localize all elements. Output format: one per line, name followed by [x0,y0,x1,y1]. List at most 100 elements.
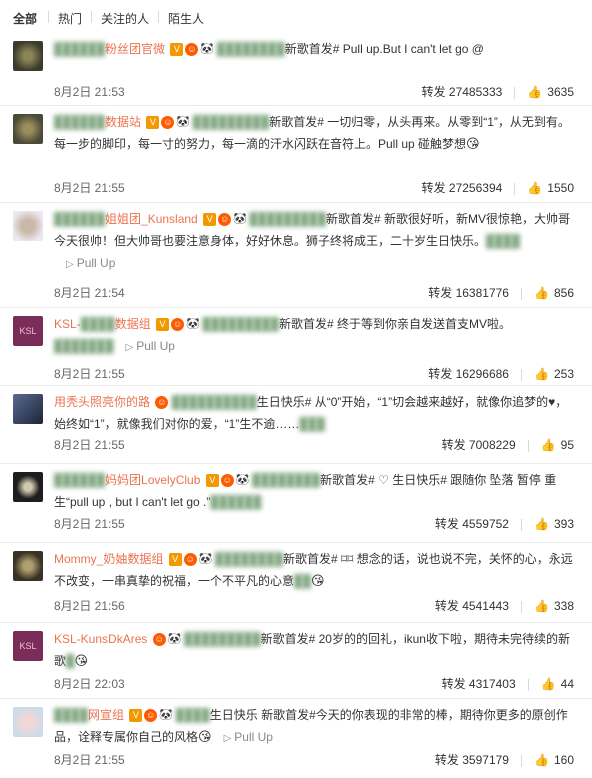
pull-up-link[interactable]: ▷ Pull Up [126,339,175,353]
comment-username-suffix[interactable]: 数据组 [115,317,151,331]
comment-username[interactable]: KSL-KunsDkAres [54,632,147,646]
emoji-icon: 😘 [74,653,89,668]
avatar[interactable] [13,472,43,502]
stats-divider [527,439,529,452]
repost-count: 16296686 [455,367,509,381]
avatar[interactable] [13,551,43,581]
comment-time: 8月2日 21:56 [54,599,125,613]
repost-button[interactable]: 转发 4559752 [435,517,509,531]
avatar[interactable] [13,114,43,144]
filter-divider [91,11,92,23]
panda-emoji-icon: 🐼 [200,43,215,57]
comment-item: KSL KSL-KunsDkAres ☺ 🐼 █████████新歌首发# 20岁… [0,623,592,699]
panda-emoji-icon: 🐼 [186,318,200,332]
filter-tab-strangers[interactable]: 陌生人 [168,10,204,27]
play-icon: ▷ [125,342,134,353]
repost-button[interactable]: 转发 16381776 [428,286,509,300]
vip-badge-icon: ☺ [152,633,166,647]
comment-item: Mommy_奶妯数据组 V ☺ 🐼 ████████新歌首发# ⌑⌑ 想念的话，说也… [0,543,592,623]
avatar[interactable]: KSL [13,631,43,661]
repost-button[interactable]: 转发 4317403 [442,677,516,691]
repost-button[interactable]: 转发 27256394 [422,181,503,195]
verified-badge-icon: V [156,318,170,332]
like-button[interactable]: 👍 3635 [527,85,574,99]
like-count: 3635 [547,85,574,99]
comment-time: 8月2日 21:55 [54,181,125,195]
repost-button[interactable]: 转发 4541443 [435,599,509,613]
verified-badge-icon: V [170,43,184,57]
comment-stats: 转发 4559752 👍 393 [435,515,574,532]
panda-emoji-icon: 🐼 [176,116,191,130]
like-count: 44 [560,677,574,691]
comment-text: ██████妈妈团LovelyClub V ☺ 🐼 ████████新歌首发# ♡ … [54,473,557,509]
comment-username[interactable]: 粉丝团官微 [105,42,165,56]
stats-divider [520,368,522,381]
repost-button[interactable]: 转发 16296686 [428,367,509,381]
filter-tab-following[interactable]: 关注的人 [101,10,149,27]
like-button[interactable]: 👍 856 [534,286,574,300]
comment-item: 用秃头照亮你的路 ☺ ██████████生日快乐# 从“0”开始，“1”切会越… [0,386,592,464]
comment-item: ██████妈妈团LovelyClub V ☺ 🐼 ████████新歌首发# ♡ … [0,464,592,543]
comment-item: ██████姐姐团_Kunsland V ☺ 🐼 █████████新歌首发# 新歌… [0,203,592,308]
repost-button[interactable]: 转发 7008229 [442,438,516,452]
comment-username[interactable]: 用秃头照亮你的路 [54,395,150,409]
comment-username[interactable]: KSL- [54,317,81,331]
avatar[interactable] [13,211,43,241]
like-button[interactable]: 👍 1550 [527,181,574,195]
repost-button[interactable]: 转发 3597179 [435,753,509,767]
comment-username[interactable]: 妈妈团LovelyClub [105,473,200,487]
repost-count: 4559752 [462,517,509,531]
comment-username[interactable]: Mommy_奶妯数据组 [54,552,163,566]
panda-emoji-icon: 🐼 [235,474,250,488]
filter-tab-hot[interactable]: 热门 [58,10,82,27]
like-button[interactable]: 👍 393 [534,517,574,531]
like-button[interactable]: 👍 95 [541,438,574,452]
comment-list: ██████粉丝团官微 V ☺ 🐼 ████████新歌首发# Pull up.Bu… [0,33,592,778]
like-count: 338 [553,599,574,613]
vip-badge-icon: ☺ [155,396,169,410]
like-button[interactable]: 👍 338 [534,599,574,613]
repost-count: 27256394 [448,181,503,195]
avatar-image [13,114,43,144]
comment-stats: 转发 4541443 👍 338 [435,597,574,614]
comment-time: 8月2日 21:55 [54,753,125,767]
repost-button[interactable]: 转发 27485333 [422,85,503,99]
emoji-icon: 😘 [311,573,325,588]
thumbs-up-icon: 👍 [533,753,549,767]
verified-badge-icon: V [129,709,143,723]
vip-badge-icon: ☺ [218,213,232,227]
stats-divider [527,678,529,691]
pull-up-link[interactable]: ▷ Pull Up [66,256,115,270]
thumbs-up-icon: 👍 [533,286,549,300]
avatar[interactable] [13,41,43,71]
comment-username[interactable]: 网宣组 [88,708,124,722]
comment-item: ████网宣组 V ☺ 🐼 ████生日快乐 新歌首发#今天的你表现的非常的棒，期待… [0,699,592,778]
emoji-icon: 😘 [198,729,212,744]
avatar[interactable] [13,707,43,737]
like-button[interactable]: 👍 160 [534,753,574,767]
comment-stats: 转发 4317403 👍 44 [442,675,574,692]
comment-text: ██████姐姐团_Kunsland V ☺ 🐼 █████████新歌首发# 新歌… [54,212,570,270]
panda-emoji-icon: 🐼 [167,633,182,647]
thumbs-up-icon: 👍 [540,438,556,452]
avatar-image [13,394,43,424]
avatar[interactable] [13,394,43,424]
avatar[interactable]: KSL [13,316,43,346]
comment-time: 8月2日 21:54 [54,286,125,300]
filter-tab-all[interactable]: 全部 [13,10,37,27]
like-button[interactable]: 👍 44 [541,677,574,691]
comment-username[interactable]: 姐姐团_Kunsland [105,212,198,226]
comment-item: KSL KSL-████数据组 V ☺ 🐼 █████████新歌首发# 终于等到你… [0,308,592,386]
like-button[interactable]: 👍 253 [534,367,574,381]
avatar-image [13,211,43,241]
comment-username[interactable]: 数据站 [105,115,141,129]
comment-stats: 转发 16381776 👍 856 [428,284,574,301]
comment-stats: 转发 3597179 👍 160 [435,751,574,768]
vip-badge-icon: ☺ [144,709,158,723]
avatar-image [13,707,43,737]
pull-up-link[interactable]: ▷ Pull Up [224,730,273,744]
filter-divider [158,11,159,23]
stats-divider [514,182,516,195]
comment-stats: 转发 16296686 👍 253 [428,365,574,382]
comment-content: 新歌首发# 终于等到你亲自发送首支MV啦。 [278,317,511,331]
